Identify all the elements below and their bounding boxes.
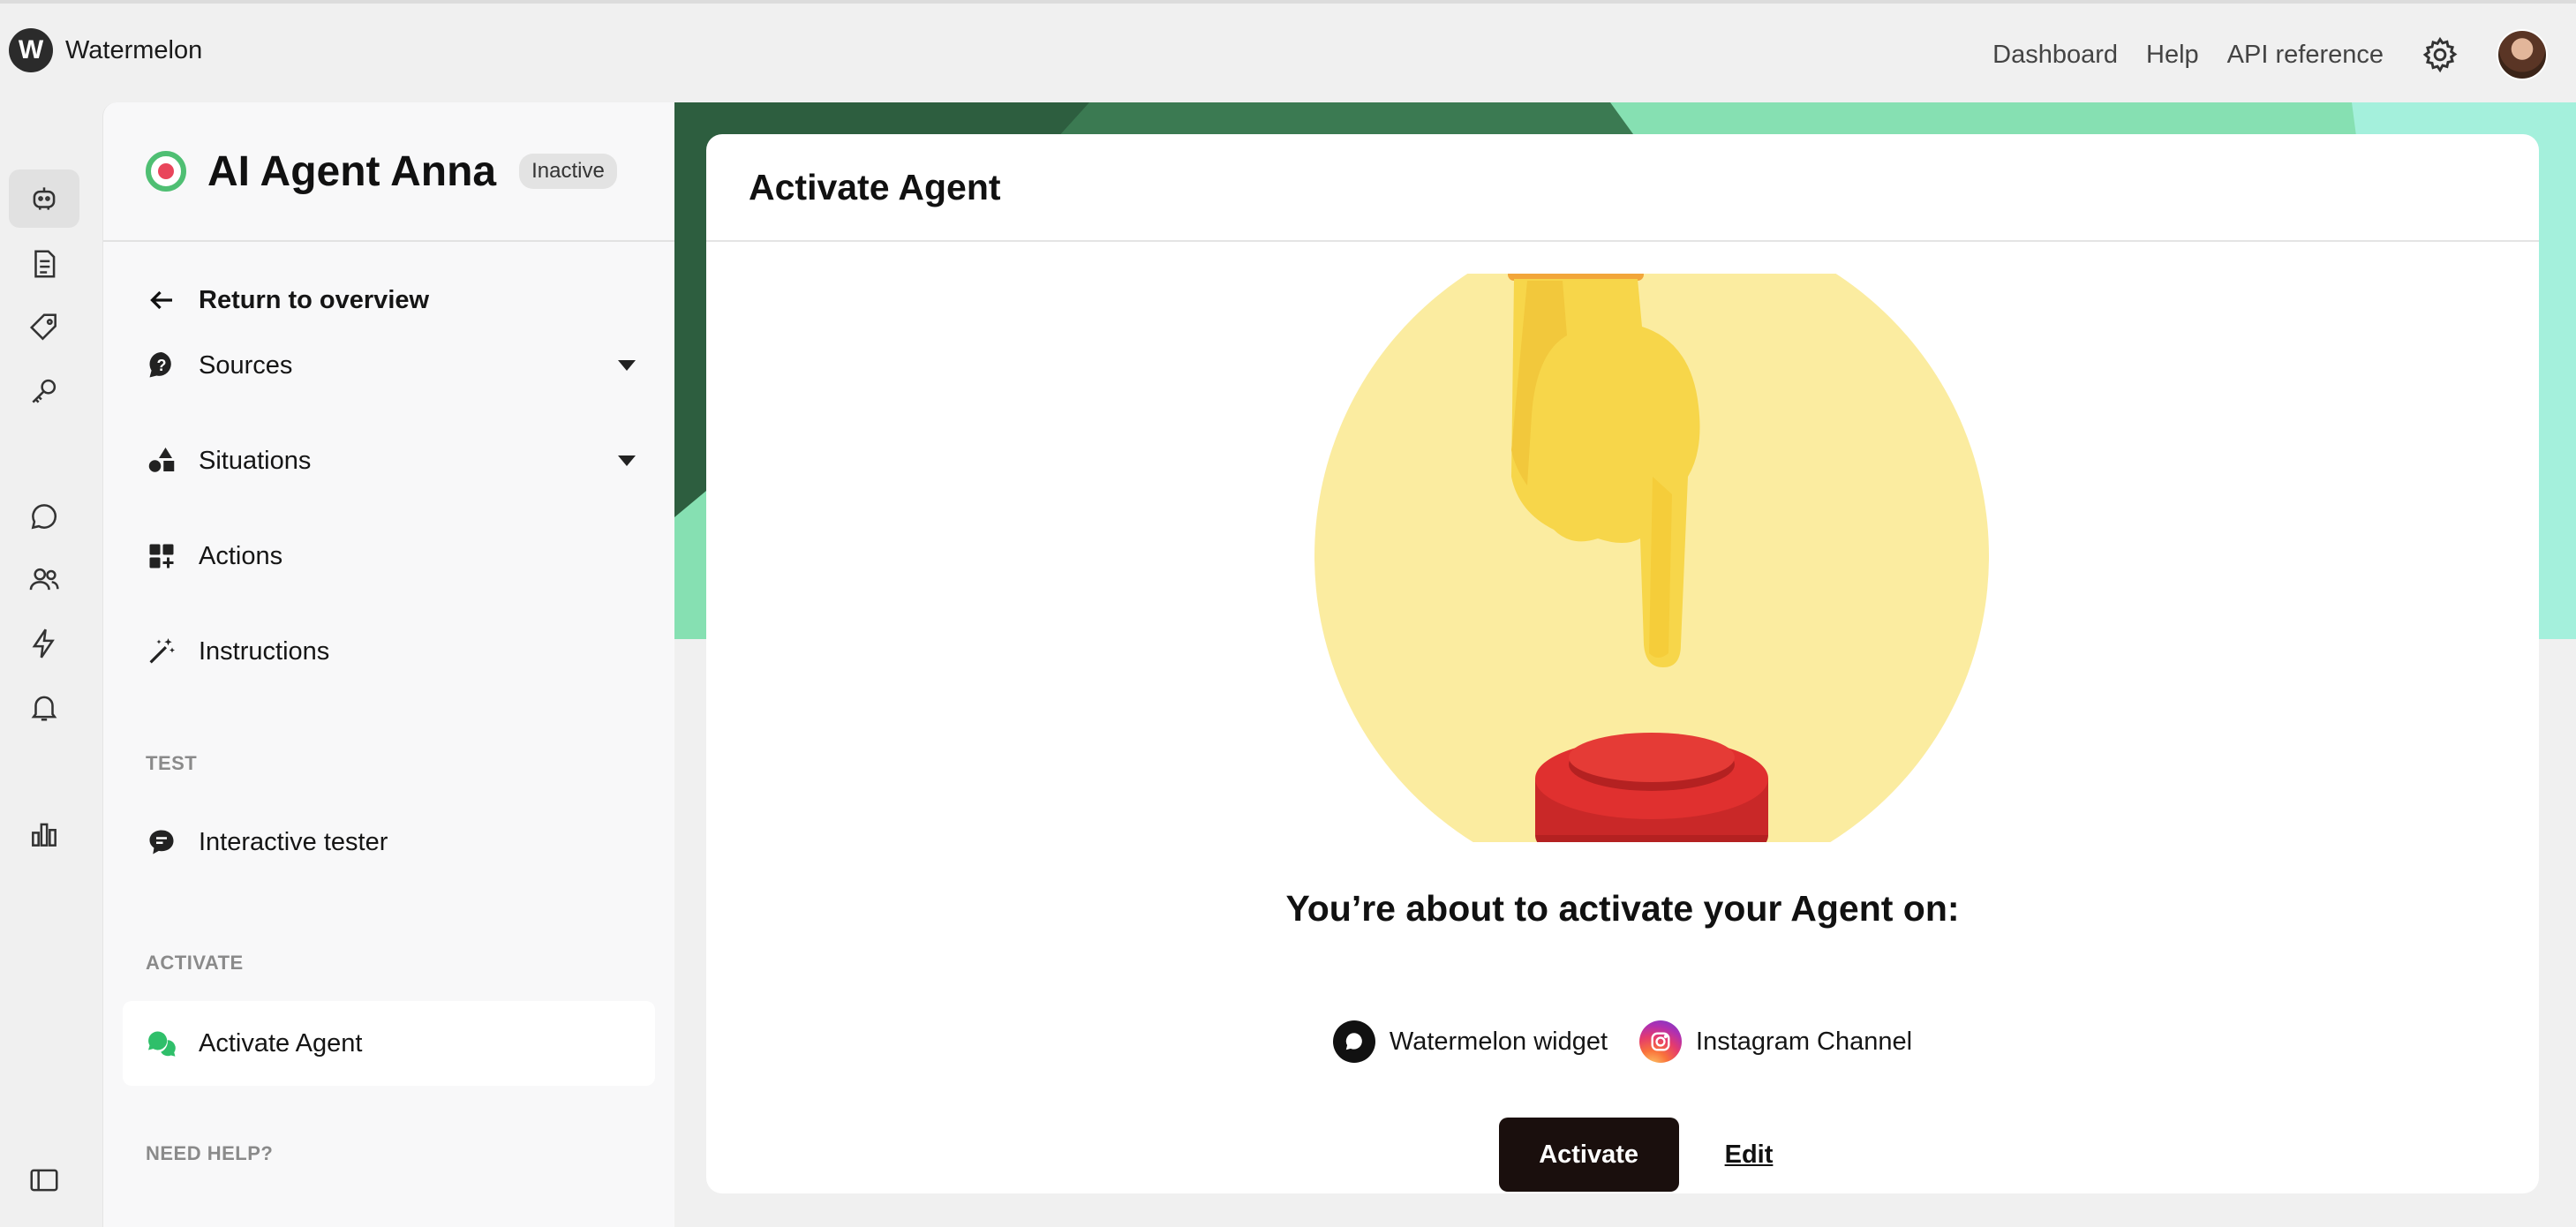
- sidebar-item-actions[interactable]: Actions: [146, 530, 636, 583]
- rail-automations[interactable]: [9, 614, 79, 673]
- rail-tags[interactable]: [9, 298, 79, 357]
- users-icon: [29, 568, 59, 591]
- message-bubble-icon: [149, 830, 174, 854]
- channel-watermelon-widget: Watermelon widget: [1332, 1020, 1608, 1063]
- rail-documents[interactable]: [9, 235, 79, 293]
- section-label-test: TEST: [146, 752, 198, 774]
- rail-toggle-sidebar[interactable]: [9, 1151, 79, 1209]
- channel-list: Watermelon widget Instagram Channel: [706, 1020, 2539, 1063]
- main-content: Activate Agent You’re about to activate …: [674, 102, 2576, 1227]
- sidebar-item-label: Situations: [199, 446, 312, 475]
- top-nav: Dashboard Help API reference: [1992, 28, 2576, 81]
- shapes-icon: [148, 448, 175, 472]
- return-to-overview-link[interactable]: Return to overview: [146, 274, 636, 327]
- rail-contacts[interactable]: [9, 551, 79, 609]
- dashboard-link[interactable]: Dashboard: [1992, 41, 2118, 70]
- sidebar-item-label: Instructions: [199, 636, 330, 666]
- document-icon: [34, 250, 56, 278]
- app-name: Watermelon: [65, 35, 203, 64]
- rail-notifications[interactable]: [9, 678, 79, 736]
- instagram-icon: [1639, 1020, 1683, 1063]
- status-badge: Inactive: [519, 154, 617, 189]
- robot-icon: [33, 187, 56, 210]
- card-title: Activate Agent: [749, 166, 1001, 207]
- sidebar-item-interactive-tester[interactable]: Interactive tester: [146, 816, 636, 869]
- watermelon-avatar-icon: [146, 151, 186, 192]
- rail-keys[interactable]: [9, 362, 79, 420]
- finger-pressing-button-illustration: [1314, 274, 1989, 842]
- card-header: Activate Agent: [706, 134, 2539, 242]
- rail-conversations[interactable]: [9, 487, 79, 546]
- sidebar-item-label: Activate Agent: [199, 1028, 363, 1058]
- lightning-icon: [32, 629, 55, 659]
- chat-icon: [31, 504, 57, 530]
- channel-label: Instagram Channel: [1696, 1027, 1913, 1056]
- return-label: Return to overview: [199, 285, 430, 314]
- key-icon: [32, 379, 56, 403]
- sidebar-item-label: Interactive tester: [199, 827, 388, 856]
- agent-header: AI Agent Anna Inactive: [103, 102, 674, 242]
- watermelon-logo-icon: W: [9, 28, 53, 72]
- chevron-down-icon[interactable]: [618, 455, 636, 466]
- sidebar-toggle-icon: [30, 1169, 58, 1192]
- sidebar-item-situations[interactable]: Situations: [146, 434, 636, 487]
- chat-bubbles-green-icon: [148, 1031, 176, 1057]
- chat-bubble-icon: [1332, 1020, 1375, 1063]
- section-label-need-help: NEED HELP?: [146, 1142, 274, 1164]
- sidebar-item-label: Actions: [199, 541, 283, 570]
- top-bar: W Watermelon Dashboard Help API referenc…: [0, 0, 2576, 102]
- api-reference-link[interactable]: API reference: [2227, 41, 2384, 70]
- tag-icon: [29, 313, 56, 341]
- brand[interactable]: W Watermelon: [9, 28, 202, 72]
- channel-instagram: Instagram Channel: [1639, 1020, 1912, 1063]
- activate-button[interactable]: Activate: [1498, 1118, 1679, 1192]
- bell-icon: [31, 696, 57, 721]
- activation-heading: You’re about to activate your Agent on:: [1285, 888, 1960, 929]
- agent-sidebar: AI Agent Anna Inactive Return to overvie…: [102, 102, 674, 1227]
- chevron-down-icon[interactable]: [618, 360, 636, 371]
- question-bubble-icon: ?: [149, 352, 171, 378]
- bar-chart-icon: [32, 823, 56, 847]
- sidebar-item-instructions[interactable]: Instructions: [146, 625, 636, 678]
- rail-agents[interactable]: [9, 169, 79, 228]
- action-row: Activate Edit: [706, 1118, 2539, 1192]
- edit-link[interactable]: Edit: [1725, 1140, 1774, 1170]
- agent-name: AI Agent Anna: [207, 147, 497, 195]
- sidebar-item-sources[interactable]: ? Sources: [146, 339, 636, 392]
- sidebar-item-activate-agent[interactable]: Activate Agent: [123, 1001, 655, 1086]
- icon-rail: [0, 102, 88, 1227]
- user-avatar[interactable]: [2497, 29, 2548, 80]
- help-link[interactable]: Help: [2146, 41, 2199, 70]
- gear-icon[interactable]: [2421, 35, 2459, 74]
- sidebar-item-label: Sources: [199, 350, 293, 380]
- rail-analytics[interactable]: [9, 805, 79, 863]
- magic-wand-icon: [149, 638, 175, 664]
- channel-label: Watermelon widget: [1389, 1027, 1608, 1056]
- arrow-left-icon: [150, 290, 172, 310]
- svg-text:?: ?: [157, 357, 167, 374]
- section-label-activate: ACTIVATE: [146, 952, 244, 974]
- activate-agent-card: Activate Agent You’re about to activate …: [706, 134, 2539, 1193]
- grid-plus-icon: [149, 544, 174, 568]
